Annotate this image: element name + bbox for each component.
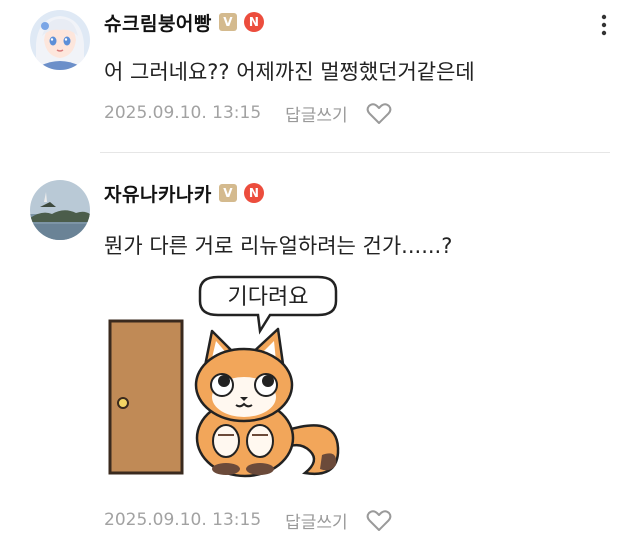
reply-button[interactable]: 답글쓰기: [285, 101, 348, 126]
reply-button[interactable]: 답글쓰기: [285, 508, 348, 533]
author-row: 슈크림붕어빵 V N: [104, 9, 264, 35]
divider: [100, 152, 610, 153]
comment-meta: 2025.09.10. 13:15 답글쓰기: [104, 507, 392, 533]
sticker-text: 기다려요: [228, 285, 309, 310]
verified-badge: V: [218, 184, 237, 202]
more-vertical-icon[interactable]: [594, 14, 614, 36]
door-icon: [108, 319, 184, 475]
new-badge: N: [243, 12, 264, 32]
comment-item: 자유나카나카 V N 뭔가 다른 거로 리뉴얼하려는 건가......? 기다려…: [0, 155, 640, 542]
avatar[interactable]: [30, 180, 90, 240]
comment-text: 뭔가 다른 거로 리뉴얼하려는 건가......?: [104, 234, 453, 258]
waiting-fox-sticker: 기다려요: [100, 273, 355, 493]
heart-outline-icon[interactable]: [366, 101, 392, 125]
author-row: 자유나카나카 V N: [104, 180, 264, 206]
comment-item: 슈크림붕어빵 V N 어 그러네요?? 어제까진 멀쩡했던거같은데 2025.0…: [0, 0, 640, 150]
anime-avatar-image: [30, 10, 90, 70]
username[interactable]: 자유나카나카: [104, 180, 212, 207]
timestamp: 2025.09.10. 13:15: [104, 103, 262, 123]
comment-text: 어 그러네요?? 어제까진 멀쩡했던거같은데: [104, 60, 475, 84]
new-badge: N: [243, 183, 264, 203]
verified-badge: V: [218, 13, 237, 31]
landscape-avatar-image: [30, 180, 90, 240]
username[interactable]: 슈크림붕어빵: [104, 9, 212, 36]
heart-outline-icon[interactable]: [366, 508, 392, 532]
comment-meta: 2025.09.10. 13:15 답글쓰기: [104, 100, 392, 126]
avatar[interactable]: [30, 10, 90, 70]
timestamp: 2025.09.10. 13:15: [104, 510, 262, 530]
